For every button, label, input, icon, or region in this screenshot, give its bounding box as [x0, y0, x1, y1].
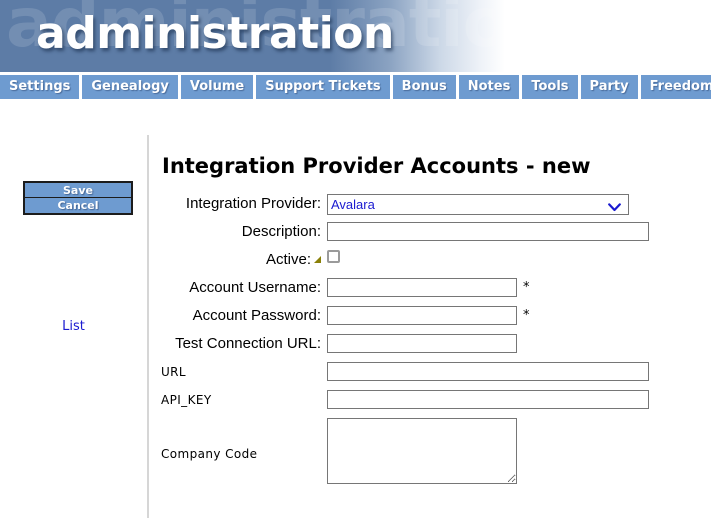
- nav-item-tools[interactable]: Tools: [522, 75, 578, 99]
- app-banner: administration administration: [0, 0, 711, 72]
- form-row-description: Description:: [147, 222, 711, 250]
- nav-item-bonus[interactable]: Bonus: [392, 75, 456, 99]
- form-row-api-key: API_KEY: [147, 390, 711, 418]
- cancel-button[interactable]: Cancel: [25, 198, 131, 213]
- api-key-input[interactable]: [327, 390, 649, 409]
- action-button-group: Save Cancel: [23, 181, 133, 215]
- sidebar: Save Cancel List: [0, 99, 147, 518]
- form-row-integration-provider: Integration Provider: Avalara: [147, 194, 711, 222]
- form-row-account-username: Account Username: *: [147, 278, 711, 306]
- label-api-key: API_KEY: [161, 393, 212, 407]
- test-connection-url-input[interactable]: [327, 334, 517, 353]
- integration-provider-select[interactable]: Avalara: [327, 194, 629, 215]
- form-row-url: URL: [147, 362, 711, 390]
- main-navigation: Settings Genealogy Volume Support Ticket…: [0, 75, 711, 99]
- nav-item-genealogy[interactable]: Genealogy: [82, 75, 178, 99]
- label-test-connection-url: Test Connection URL:: [175, 335, 321, 352]
- label-company-code: Company Code: [161, 447, 258, 461]
- page-title: Integration Provider Accounts - new: [162, 154, 591, 179]
- label-account-username: Account Username:: [189, 279, 321, 296]
- nav-item-notes[interactable]: Notes: [458, 75, 520, 99]
- label-account-password: Account Password:: [192, 307, 321, 324]
- active-checkbox[interactable]: [327, 250, 340, 263]
- url-input[interactable]: [327, 362, 649, 381]
- page-body: Save Cancel List Integration Provider Ac…: [0, 99, 711, 518]
- nav-item-support-tickets[interactable]: Support Tickets: [256, 75, 390, 99]
- integration-provider-account-form: Integration Provider: Avalara Descriptio…: [147, 194, 711, 494]
- save-button[interactable]: Save: [25, 183, 131, 198]
- form-row-account-password: Account Password: *: [147, 306, 711, 334]
- label-integration-provider: Integration Provider:: [185, 195, 321, 212]
- nav-item-volume[interactable]: Volume: [180, 75, 254, 99]
- form-row-company-code: Company Code: [147, 418, 711, 494]
- nav-item-settings[interactable]: Settings: [0, 75, 80, 99]
- banner-title: administration: [36, 8, 394, 59]
- help-triangle-icon[interactable]: [314, 256, 321, 263]
- required-marker-username: *: [523, 280, 530, 295]
- description-input[interactable]: [327, 222, 649, 241]
- label-active-text: Active:: [265, 251, 311, 268]
- label-description: Description:: [241, 223, 321, 240]
- account-password-input[interactable]: [327, 306, 517, 325]
- list-link[interactable]: List: [0, 319, 147, 334]
- required-marker-password: *: [523, 308, 530, 323]
- label-url: URL: [161, 365, 187, 379]
- form-row-test-connection-url: Test Connection URL:: [147, 334, 711, 362]
- nav-item-party[interactable]: Party: [580, 75, 638, 99]
- account-username-input[interactable]: [327, 278, 517, 297]
- label-active: Active:: [147, 250, 321, 270]
- nav-item-freedom-bank[interactable]: Freedom Bank: [640, 75, 711, 99]
- main-content: Integration Provider Accounts - new Inte…: [147, 99, 711, 518]
- company-code-textarea[interactable]: [327, 418, 517, 484]
- form-row-active: Active:: [147, 250, 711, 278]
